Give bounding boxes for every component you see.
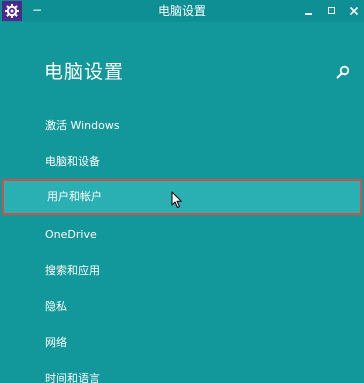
title-bar: − 电脑设置 — [0, 0, 364, 22]
maximize-button[interactable] — [321, 1, 343, 21]
page-title: 电脑设置 — [44, 61, 125, 83]
menu-item-label: OneDrive — [45, 228, 97, 241]
menu-item-onedrive[interactable]: OneDrive — [0, 217, 364, 253]
menu-item-time-and-language[interactable]: 时间和语言 — [0, 361, 364, 383]
menu-item-label: 搜索和应用 — [45, 264, 100, 277]
app-icon[interactable] — [2, 1, 22, 21]
maximize-icon — [328, 7, 335, 14]
menu-item-label: 时间和语言 — [45, 372, 100, 383]
menu-item-label: 网络 — [45, 336, 67, 349]
system-menu-button[interactable]: − — [30, 2, 44, 18]
minimize-button[interactable] — [298, 1, 320, 21]
mouse-cursor-icon — [171, 191, 182, 208]
minimize-icon — [305, 13, 312, 15]
pc-settings-window: − 电脑设置 电脑设置 激活 Windows 电脑和设备 用户和帐户 OneDr… — [0, 0, 364, 383]
close-button[interactable] — [343, 1, 364, 21]
menu-item-label: 激活 Windows — [45, 119, 120, 132]
menu-item-network[interactable]: 网络 — [0, 325, 364, 361]
menu-item-pc-and-devices[interactable]: 电脑和设备 — [0, 144, 364, 180]
search-icon — [336, 65, 350, 79]
menu-item-label: 隐私 — [45, 300, 67, 313]
menu-item-label: 用户和帐户 — [47, 190, 102, 203]
menu-item-privacy[interactable]: 隐私 — [0, 289, 364, 325]
menu-item-activate-windows[interactable]: 激活 Windows — [0, 108, 364, 144]
menu-item-label: 电脑和设备 — [45, 155, 100, 168]
search-button[interactable] — [335, 64, 351, 80]
close-icon — [349, 6, 359, 16]
gear-icon — [5, 4, 19, 18]
menu-item-search-and-apps[interactable]: 搜索和应用 — [0, 253, 364, 289]
